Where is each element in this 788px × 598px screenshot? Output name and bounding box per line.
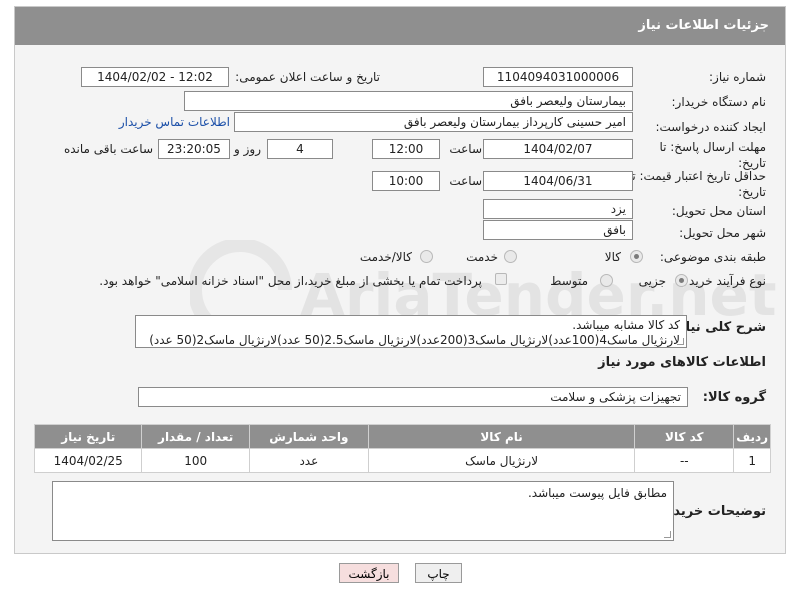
reply-deadline-label: مهلت ارسال پاسخ: تا تاریخ: [659, 140, 766, 170]
price-time-label: ساعت [449, 174, 482, 188]
remaining-label: ساعت باقی مانده [63, 142, 153, 156]
col-item-name: نام کالا [367, 424, 636, 449]
panel-header: جزئیات اطلاعات نیاز [15, 7, 785, 45]
buyer-org-label: نام دستگاه خریدار: [671, 95, 767, 109]
description-line-2: لارنژیال ماسک4(100عدد)لارنژیال ماسک3(200… [149, 333, 680, 347]
category-radio-goods[interactable] [630, 250, 643, 263]
cell-item-code: -- [634, 448, 735, 473]
requester-label: ایجاد کننده درخواست: [655, 120, 766, 134]
category-option-goods: کالا [604, 250, 621, 264]
reply-time-label: ساعت [449, 142, 482, 156]
cell-unit: عدد [248, 448, 369, 473]
description-textarea[interactable]: کد کالا مشابه میباشد. لارنژیال ماسک4(100… [135, 315, 687, 348]
province-label: استان محل تحویل: [671, 204, 766, 218]
cell-quantity: 100 [141, 448, 250, 473]
resize-handle-icon[interactable] [664, 531, 671, 538]
remaining-days: 4 [267, 139, 333, 159]
category-radio-service[interactable] [504, 250, 517, 263]
goods-section-title: اطلاعات کالاهای مورد نیاز [598, 355, 766, 370]
table-header-row: ردیف کد کالا نام کالا واحد شمارش تعداد /… [33, 424, 771, 449]
province-field: یزد [483, 199, 633, 219]
need-number-label: شماره نیاز: [709, 70, 766, 84]
days-label: روز و [234, 142, 261, 156]
description-line-1: کد کالا مشابه میباشد. [572, 318, 680, 332]
goods-group-field: تجهیزات پزشکی و سلامت [138, 387, 688, 407]
table-row: 1 -- لارنژیال ماسک عدد 100 1404/02/25 [33, 448, 771, 473]
buyer-org-field: بیمارستان ولیعصر بافق [184, 91, 633, 111]
category-option-both: کالا/خدمت [359, 250, 412, 264]
purchase-option-minor: جزیی [638, 274, 666, 288]
col-need-date: تاریخ نیاز [33, 424, 143, 449]
resize-handle-icon[interactable] [677, 338, 684, 345]
purchase-type-label: نوع فرآیند خرید : [681, 274, 766, 288]
print-button[interactable]: چاپ [415, 563, 462, 583]
treasury-payment-note: پرداخت تمام یا بخشی از مبلغ خرید،از محل … [99, 274, 482, 288]
city-field: بافق [483, 220, 633, 240]
announce-datetime-field: 1404/02/02 - 12:02 [81, 67, 229, 87]
reply-deadline-date: 1404/02/07 [483, 139, 633, 159]
back-button[interactable]: بازگشت [339, 563, 399, 583]
need-number-field: 1104094031000006 [483, 67, 633, 87]
col-item-code: کد کالا [634, 424, 735, 449]
city-label: شهر محل تحویل: [679, 226, 766, 240]
purchase-option-medium: متوسط [550, 274, 588, 288]
buyer-contact-link[interactable]: اطلاعات تماس خریدار [119, 115, 230, 129]
col-unit: واحد شمارش [248, 424, 369, 449]
treasury-payment-checkbox[interactable] [495, 273, 507, 285]
cell-need-date: 1404/02/25 [33, 448, 143, 473]
purchase-radio-medium[interactable] [600, 274, 613, 287]
cell-item-name: لارنژیال ماسک [367, 448, 636, 473]
goods-group-label: گروه کالا: [702, 390, 766, 405]
buyer-notes-textarea[interactable]: مطابق فایل پیوست میباشد. [52, 481, 674, 541]
requester-field: امیر حسینی کارپرداز بیمارستان ولیعصر باف… [234, 112, 633, 132]
category-radio-both[interactable] [420, 250, 433, 263]
cell-row-number: 1 [733, 448, 771, 473]
col-row-number: ردیف [733, 424, 771, 449]
buyer-notes-text: مطابق فایل پیوست میباشد. [527, 486, 667, 500]
price-validity-date: 1404/06/31 [483, 171, 633, 191]
col-quantity: تعداد / مقدار [141, 424, 250, 449]
purchase-radio-minor[interactable] [675, 274, 688, 287]
remaining-time: 23:20:05 [158, 139, 230, 159]
items-table: ردیف کد کالا نام کالا واحد شمارش تعداد /… [33, 424, 771, 473]
category-option-service: خدمت [466, 250, 498, 264]
reply-deadline-time: 12:00 [372, 139, 440, 159]
category-label: طبقه بندی موضوعی: [659, 250, 766, 264]
price-validity-time: 10:00 [372, 171, 440, 191]
announce-datetime-label: تاریخ و ساعت اعلان عمومی: [235, 70, 380, 84]
